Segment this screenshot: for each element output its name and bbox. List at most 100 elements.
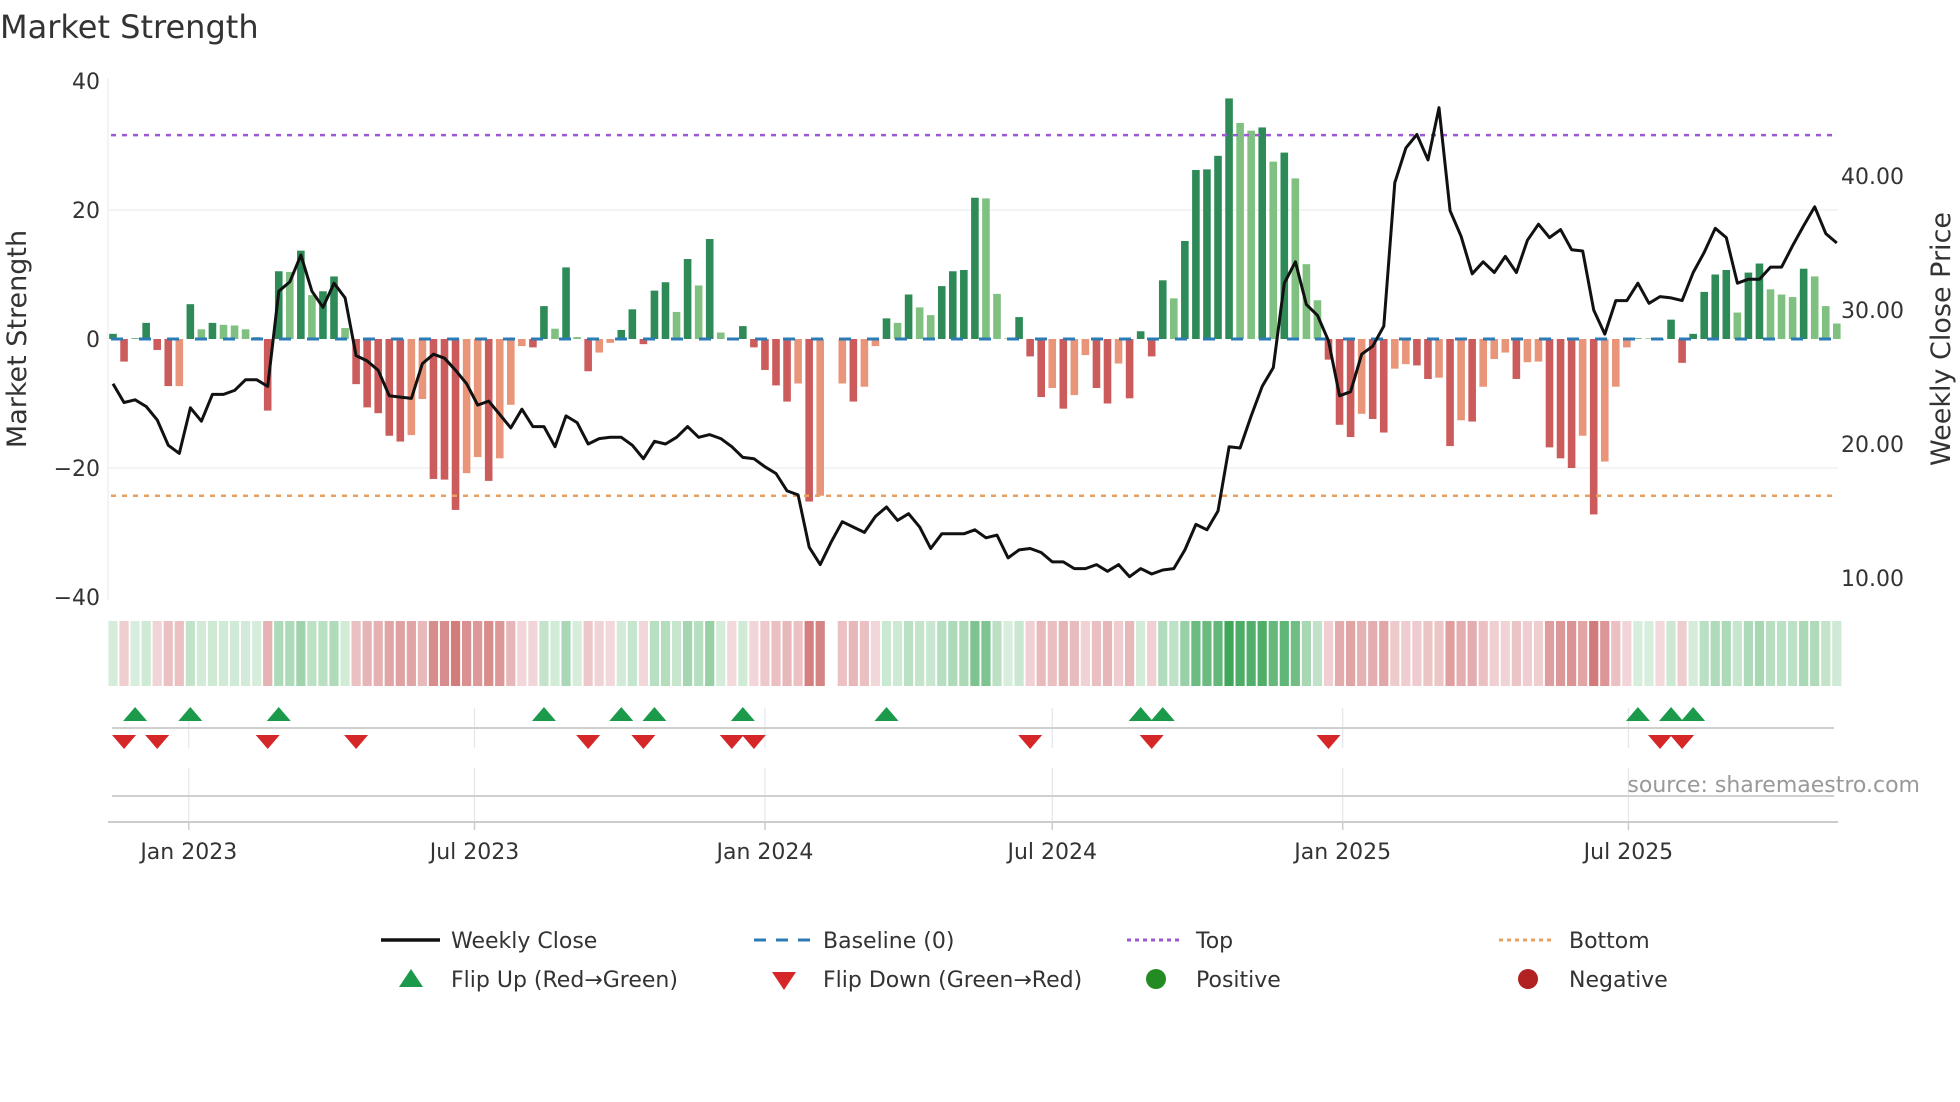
heatmap-cell [1832, 621, 1842, 686]
strength-bar [518, 339, 526, 347]
strength-bar [772, 339, 780, 386]
strength-bar [120, 339, 128, 362]
heatmap-cell [1401, 621, 1411, 686]
legend-positive: Positive [1196, 968, 1281, 993]
heatmap-cell [428, 621, 439, 686]
strength-bar [783, 339, 791, 402]
heatmap-cell [307, 621, 317, 686]
strength-bar [683, 259, 692, 339]
heatmap-cell [1268, 621, 1278, 686]
strength-bar [1258, 127, 1266, 339]
right-tick-label: 40.00 [1841, 165, 1904, 190]
heatmap-cell [1224, 621, 1234, 686]
strength-bar [164, 339, 173, 387]
strength-bar [1379, 339, 1388, 433]
heatmap-cell [992, 621, 1002, 686]
strength-bar [926, 315, 935, 339]
heatmap-cell [638, 621, 648, 686]
heatmap-cell [881, 621, 892, 686]
strength-bar [1468, 339, 1476, 422]
heatmap-cell [1102, 621, 1113, 686]
strength-bar [462, 339, 471, 474]
flip-up-marker [178, 707, 203, 721]
strength-bar [595, 339, 603, 353]
left-tick-label: 40 [72, 70, 100, 95]
strength-bar [241, 329, 250, 339]
strength-bar [1788, 297, 1797, 339]
heatmap-cell [1290, 621, 1300, 686]
heatmap-cell [473, 621, 483, 686]
strength-bar [1733, 312, 1742, 339]
strength-bar [1059, 339, 1068, 409]
strength-bars [109, 98, 1841, 515]
heatmap-cell [1644, 621, 1654, 686]
strength-bar [838, 339, 847, 384]
strength-bar [1081, 339, 1090, 356]
heatmap-cell [1412, 621, 1422, 686]
heatmap-cell [108, 621, 118, 686]
strength-bar [230, 325, 239, 339]
strength-bar [915, 307, 924, 339]
heatmap-cell [417, 621, 427, 686]
flip-down-marker [1316, 735, 1341, 749]
heatmap-cell [1699, 621, 1709, 686]
flip-up-triangle-icon [399, 969, 423, 987]
strength-bar [993, 293, 1001, 339]
heatmap-cell [285, 621, 295, 686]
heatmap-cell [859, 621, 869, 686]
heatmap-cell [1555, 621, 1566, 686]
heatmap-cell [915, 621, 925, 686]
heatmap-cell [395, 621, 405, 686]
strength-bar [1833, 323, 1841, 339]
strength-bar [1147, 339, 1156, 357]
heatmap-cell [252, 621, 262, 686]
heatmap-cell [1776, 621, 1787, 686]
strength-bar [1158, 280, 1167, 339]
heatmap-cell [539, 621, 549, 686]
heatmap-cell [572, 621, 582, 686]
strength-bar [694, 285, 703, 339]
heatmap-cell [804, 621, 814, 686]
heatmap-cell [1688, 621, 1698, 686]
heatmap-cell [1467, 621, 1477, 686]
heatmap-cell [495, 621, 505, 686]
flip-up-marker [1625, 707, 1650, 721]
strength-bar [1457, 339, 1465, 421]
strength-bar [507, 339, 515, 405]
heatmap-cell [760, 621, 770, 686]
heatmap-cell [1301, 621, 1311, 686]
heatmap-cell [373, 621, 383, 686]
strength-bar [1402, 339, 1410, 365]
heatmap-cell [1091, 621, 1102, 686]
left-axis-label: Market Strength [2, 230, 33, 448]
strength-bar [1600, 339, 1609, 462]
heatmap-cell [1710, 621, 1720, 686]
heatmap-cell [694, 621, 704, 686]
legend-bottom: Bottom [1569, 929, 1650, 954]
heatmap-cell [605, 621, 615, 686]
heatmap-cell [870, 621, 881, 686]
heatmap-cell [1357, 621, 1367, 686]
chart-title: Market Strength [0, 8, 259, 46]
flip-down-marker [255, 735, 280, 749]
heatmap-cell [1213, 621, 1223, 686]
flip-down-marker [112, 735, 137, 749]
strength-bar [396, 339, 405, 442]
strength-bar [1810, 276, 1819, 339]
heatmap-cell [550, 621, 560, 686]
strength-bar [1391, 339, 1399, 369]
strength-bar [1766, 289, 1775, 339]
strength-bar [1214, 155, 1222, 339]
heatmap-cell [1158, 621, 1168, 686]
heatmap-cell [782, 621, 792, 686]
strength-bar [1236, 122, 1244, 339]
strength-bar [1501, 339, 1510, 353]
strength-bar [971, 197, 979, 339]
strength-bar [860, 339, 869, 387]
heatmap-cell [649, 621, 660, 686]
strength-bar [429, 339, 438, 479]
heatmap-cell [837, 621, 847, 686]
right-tick-label: 30.00 [1841, 299, 1904, 324]
heatmap-cell [1368, 621, 1378, 686]
heatmap-cell [1489, 621, 1499, 686]
